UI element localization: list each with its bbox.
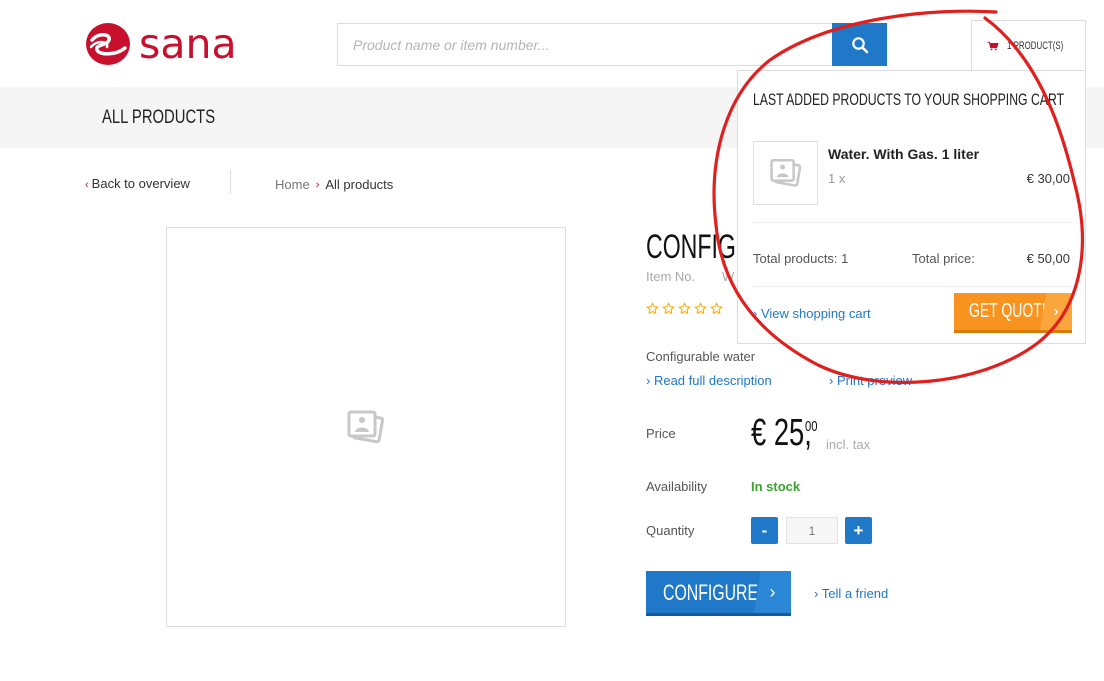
mini-cart-item-quantity: 1 x (828, 171, 846, 186)
star-icon[interactable] (678, 302, 691, 315)
cart-count: 1 PRODUCT(S) (1006, 40, 1064, 52)
product-image[interactable] (166, 227, 566, 627)
image-placeholder-icon (769, 158, 801, 187)
view-shopping-cart-label: View shopping cart (760, 306, 871, 321)
short-description: Configurable water (646, 349, 756, 364)
view-shopping-cart-link[interactable]: › View shopping cart (753, 306, 871, 321)
mini-cart-item-image[interactable] (753, 141, 818, 205)
read-full-description-link[interactable]: › Read full description (646, 373, 772, 388)
print-preview-link[interactable]: › Print preview (829, 373, 912, 388)
divider (753, 222, 1072, 223)
star-icon[interactable] (662, 302, 675, 315)
rating-stars[interactable] (646, 302, 723, 315)
chevron-left-icon: ‹ (85, 179, 89, 191)
cart-icon (987, 41, 999, 51)
configure-label: CONFIGURE (663, 580, 759, 605)
chevron-right-icon: › (754, 571, 791, 613)
quantity-decrease-button[interactable]: - (751, 517, 778, 544)
tell-a-friend-label: Tell a friend (821, 586, 889, 601)
breadcrumb-home[interactable]: Home (275, 177, 310, 192)
star-icon[interactable] (710, 302, 723, 315)
availability-label: Availability (646, 479, 708, 494)
search-icon (851, 36, 868, 53)
incl-tax-label: incl. tax (826, 437, 871, 452)
get-quote-label: GET QUOTE (969, 300, 1052, 322)
breadcrumb: Home › All products (275, 177, 393, 192)
price-value: € 25, 00 (751, 412, 836, 455)
divider (753, 286, 1072, 287)
mini-cart-dropdown: LAST ADDED PRODUCTS TO YOUR SHOPPING CAR… (737, 70, 1086, 344)
get-quote-button[interactable]: GET QUOTE › (954, 293, 1072, 333)
mini-cart-item-price: € 30,00 (1026, 171, 1070, 186)
search-input[interactable] (338, 24, 832, 65)
chevron-right-icon: › (315, 178, 320, 191)
availability-status: In stock (751, 479, 801, 494)
price-decimals: 00 (805, 418, 818, 435)
image-placeholder-icon (347, 410, 385, 444)
total-price-value: € 50,00 (1026, 251, 1070, 266)
back-to-overview-link[interactable]: ‹ Back to overview (85, 176, 190, 191)
item-number-value: W (722, 269, 735, 284)
search-button[interactable] (832, 23, 887, 66)
configure-button[interactable]: CONFIGURE › (646, 571, 791, 616)
total-products: Total products: 1 (753, 251, 849, 266)
search-box (337, 23, 887, 66)
logo[interactable]: sana (85, 22, 237, 66)
chevron-right-icon: › (1040, 293, 1072, 330)
mini-cart-heading: LAST ADDED PRODUCTS TO YOUR SHOPPING CAR… (753, 90, 1065, 109)
quantity-label: Quantity (646, 523, 695, 538)
total-price-label: Total price: (912, 251, 975, 266)
star-icon[interactable] (646, 302, 659, 315)
print-preview-label: Print preview (836, 373, 913, 388)
divider (230, 170, 231, 194)
price-main: € 25, (751, 412, 812, 454)
cart-summary-button[interactable]: 1 PRODUCT(S) (971, 20, 1086, 71)
item-number-label: Item No. (646, 269, 696, 284)
star-icon[interactable] (694, 302, 707, 315)
price-label: Price (646, 426, 676, 441)
read-full-description-label: Read full description (653, 373, 772, 388)
tell-a-friend-link[interactable]: › Tell a friend (814, 586, 888, 601)
back-to-overview-label: Back to overview (91, 176, 190, 191)
nav-item-all-products[interactable]: ALL PRODUCTS (102, 107, 215, 129)
mini-cart-item-name[interactable]: Water. With Gas. 1 liter (828, 146, 979, 162)
quantity-increase-button[interactable]: + (845, 517, 872, 544)
sana-logo-icon (86, 23, 130, 65)
quantity-input[interactable] (786, 517, 838, 544)
breadcrumb-current: All products (325, 177, 394, 192)
logo-text: sana (139, 19, 237, 68)
